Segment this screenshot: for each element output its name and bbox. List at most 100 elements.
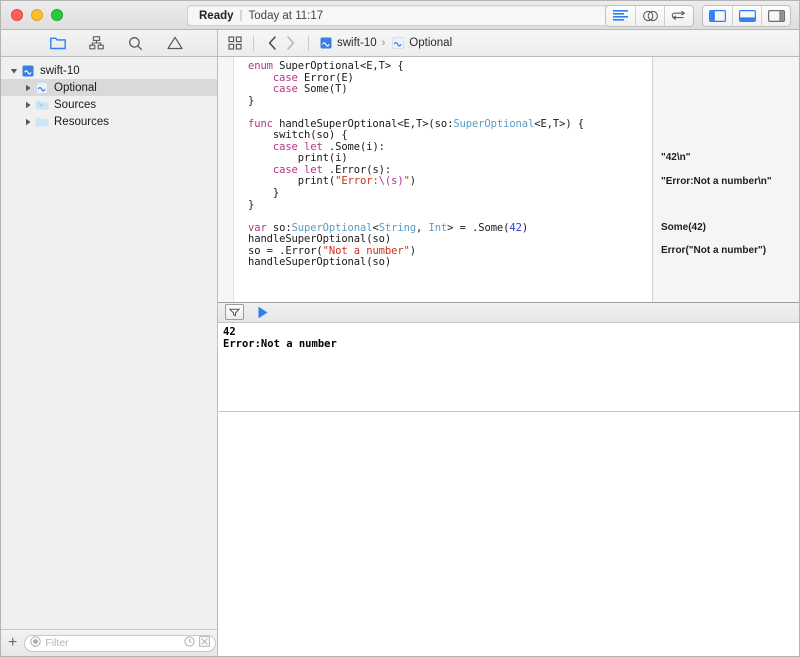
disclosure-triangle-closed[interactable] <box>21 101 35 109</box>
venn-icon <box>642 10 658 21</box>
window-controls <box>1 9 63 21</box>
console-play-button[interactable] <box>254 305 271 319</box>
code-line: case Some(T) <box>272 83 348 96</box>
result-value: Error("Not a number") <box>661 244 767 256</box>
navigator-tab-bar <box>1 30 218 56</box>
results-sidebar: "42\n" "Error:Not a number\n" Some(42) Erro… <box>652 57 799 302</box>
hierarchy-icon <box>89 36 104 50</box>
tree-item-project[interactable]: swift-10 <box>1 62 217 79</box>
navigator-filter-bar: + <box>1 629 217 656</box>
console-filter-icon <box>229 308 240 317</box>
grid-icon <box>228 36 242 50</box>
tree-item-optional[interactable]: Optional <box>1 79 217 96</box>
zoom-button[interactable] <box>51 9 63 21</box>
folder-icon <box>49 37 66 50</box>
lines-icon <box>613 10 628 21</box>
status-timestamp: Today at 11:17 <box>248 9 324 22</box>
playground-project-icon <box>21 64 35 77</box>
toggle-debug-area-button[interactable] <box>732 5 761 26</box>
result-value: "42\n" <box>661 152 691 164</box>
playground-file-icon <box>35 81 49 94</box>
search-icon <box>129 36 143 50</box>
tab-project-navigator[interactable] <box>49 35 66 52</box>
standard-editor-button[interactable] <box>606 6 635 26</box>
back-button[interactable] <box>263 34 281 52</box>
result-value: Some(42) <box>661 221 707 233</box>
project-tree: swift-10 Optional Sources Resources <box>1 57 217 629</box>
status-text: Ready <box>199 9 234 22</box>
disclosure-triangle-closed[interactable] <box>21 84 35 92</box>
panel-toggle-group <box>702 4 791 27</box>
disclosure-triangle-open[interactable] <box>7 67 21 75</box>
console-toolbar <box>218 301 799 323</box>
filter-circle-icon <box>30 636 42 650</box>
toolbar-right <box>605 1 791 30</box>
breadcrumb-item-file[interactable]: Optional <box>392 37 452 49</box>
editor-gutter <box>218 57 234 302</box>
tree-item-sources[interactable]: Sources <box>1 96 217 113</box>
code-line: } <box>248 187 280 200</box>
toggle-navigator-button[interactable] <box>703 6 732 26</box>
breadcrumb-item-project[interactable]: swift-10 <box>320 37 377 49</box>
divider <box>308 35 309 51</box>
folder-blue-icon <box>35 98 49 111</box>
title-bar: Ready | Today at 11:17 <box>1 1 799 30</box>
console-filter-button[interactable] <box>225 304 244 320</box>
code-editor[interactable]: enum SuperOptional<E,T> { case Error(E) … <box>234 57 652 302</box>
secondary-toolbar: swift-10 › Optional <box>1 30 799 57</box>
tree-item-label: Optional <box>54 81 97 94</box>
toggle-utilities-button[interactable] <box>761 5 790 26</box>
right-panel-icon <box>767 9 785 22</box>
breadcrumb-label: Optional <box>409 37 453 49</box>
breadcrumb: swift-10 › Optional <box>218 30 799 56</box>
minimize-button[interactable] <box>31 9 43 21</box>
arrows-icon <box>671 10 686 20</box>
result-value: "Error:Not a number\n" <box>661 175 772 187</box>
status-bar[interactable]: Ready | Today at 11:17 <box>187 5 617 26</box>
code-line: print("Error:\(s)") <box>248 175 417 188</box>
folder-blue-icon <box>35 115 49 128</box>
left-panel-icon <box>709 9 726 22</box>
filter-input[interactable] <box>45 637 181 649</box>
tab-issue-navigator[interactable] <box>166 35 183 52</box>
status-separator: | <box>239 9 243 22</box>
warning-icon <box>166 36 183 50</box>
forward-button[interactable] <box>281 34 299 52</box>
related-items-button[interactable] <box>226 34 244 52</box>
disclosure-triangle-closed[interactable] <box>21 118 35 126</box>
tree-item-label: Sources <box>54 98 97 111</box>
tab-symbol-navigator[interactable] <box>88 35 105 52</box>
breadcrumb-label: swift-10 <box>337 37 377 49</box>
version-editor-button[interactable] <box>664 5 693 26</box>
console-bottom-filler <box>218 411 799 656</box>
filter-field[interactable] <box>24 634 217 652</box>
editor-area: enum SuperOptional<E,T> { case Error(E) … <box>218 57 799 302</box>
editor-mode-group <box>605 4 694 27</box>
code-line: } <box>248 94 255 107</box>
tree-item-label: swift-10 <box>40 64 80 77</box>
code-line: handleSuperOptional(so) <box>248 256 392 269</box>
divider <box>253 35 254 51</box>
assistant-editor-button[interactable] <box>635 5 664 26</box>
code-line: } <box>248 198 255 211</box>
source-code[interactable]: enum SuperOptional<E,T> { case Error(E) … <box>234 57 652 269</box>
close-button[interactable] <box>11 9 23 21</box>
tab-find-navigator[interactable] <box>127 35 144 52</box>
tree-item-resources[interactable]: Resources <box>1 113 217 130</box>
add-file-button[interactable]: + <box>8 635 17 651</box>
playground-file-icon <box>392 37 405 49</box>
breadcrumb-separator: › <box>381 37 386 49</box>
main-content: swift-10 Optional Sources Resources + Fi… <box>1 57 799 656</box>
tree-item-label: Resources <box>54 115 109 128</box>
bottom-panel-icon <box>738 9 756 22</box>
editor-column: enum SuperOptional<E,T> { case Error(E) … <box>218 57 799 656</box>
console-output[interactable]: 42 Error:Not a number <box>218 322 799 412</box>
playground-project-icon <box>320 37 332 49</box>
project-navigator: swift-10 Optional Sources Resources + Fi… <box>1 57 218 656</box>
filter-box-icon[interactable] <box>199 636 211 650</box>
chevron-left-icon <box>268 36 276 50</box>
xcode-window: Ready | Today at 11:17 swift-10 › Option… <box>0 0 800 657</box>
clock-icon[interactable] <box>184 636 195 650</box>
chevron-right-icon <box>286 36 294 50</box>
play-icon <box>258 306 268 318</box>
